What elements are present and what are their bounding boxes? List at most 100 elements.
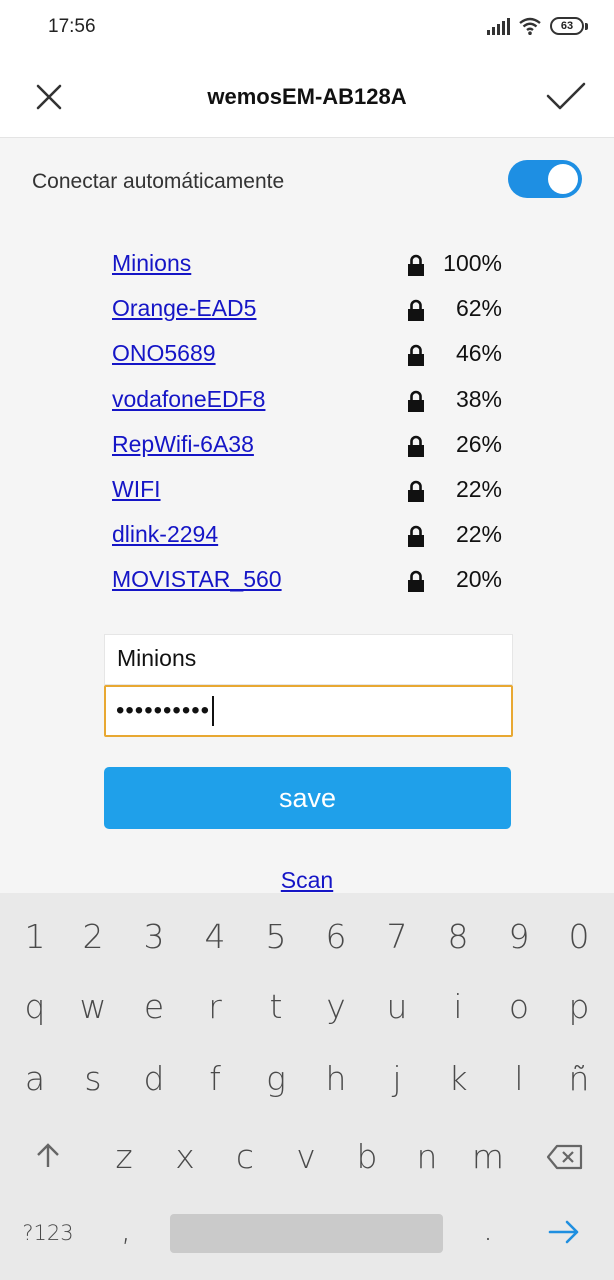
status-bar: 17:56 63	[0, 0, 614, 56]
backspace-key[interactable]	[537, 1141, 593, 1175]
key-a[interactable]: a	[5, 1059, 65, 1098]
key-t[interactable]: t	[246, 987, 306, 1026]
battery-icon: 63	[550, 17, 588, 35]
key-1[interactable]: 1	[5, 917, 65, 956]
key-3[interactable]: 3	[124, 917, 184, 956]
cellular-signal-icon	[487, 17, 510, 35]
password-input[interactable]: ••••••••••	[104, 685, 513, 737]
key-p[interactable]: p	[549, 987, 609, 1026]
signal-strength: 38%	[455, 385, 502, 412]
lock-icon	[408, 345, 424, 367]
auto-connect-row: Conectar automáticamente	[0, 138, 614, 224]
lock-icon	[408, 480, 424, 502]
key-f[interactable]: f	[185, 1059, 245, 1098]
auto-connect-label: Conectar automáticamente	[32, 170, 285, 193]
symbols-key[interactable]: ?123	[18, 1221, 78, 1245]
key-m[interactable]: m	[458, 1137, 518, 1176]
scan-link[interactable]: Scan	[0, 867, 614, 894]
text-cursor	[212, 696, 215, 726]
arrow-right-icon	[548, 1220, 579, 1244]
lock-icon	[408, 299, 424, 322]
app-bar: wemosEM-AB128A	[0, 56, 614, 138]
shift-arrow-icon	[37, 1143, 59, 1167]
network-row: ONO5689 46%	[112, 332, 504, 377]
key-n-tilde[interactable]: ñ	[549, 1059, 609, 1098]
network-link-dlink-2294[interactable]: dlink-2294	[112, 521, 218, 548]
network-link-wifi[interactable]: WIFI	[112, 476, 161, 503]
period-key[interactable]: .	[458, 1209, 518, 1248]
key-h[interactable]: h	[306, 1059, 366, 1098]
network-link-minions[interactable]: Minions	[112, 250, 191, 277]
key-i[interactable]: i	[428, 987, 488, 1026]
key-s[interactable]: s	[63, 1059, 123, 1098]
key-z[interactable]: z	[94, 1137, 154, 1176]
key-6[interactable]: 6	[306, 917, 366, 956]
backspace-icon	[546, 1144, 583, 1170]
toggle-knob	[548, 164, 578, 194]
network-row: Minions 100%	[112, 242, 504, 287]
page-title: wemosEM-AB128A	[207, 84, 407, 109]
key-5[interactable]: 5	[246, 917, 306, 956]
status-icons: 63	[487, 16, 588, 36]
auto-connect-toggle[interactable]	[508, 160, 582, 198]
status-time: 17:56	[48, 16, 96, 37]
key-0[interactable]: 0	[549, 917, 609, 956]
key-7[interactable]: 7	[367, 917, 427, 956]
key-q[interactable]: q	[5, 987, 65, 1026]
key-c[interactable]: c	[215, 1137, 275, 1176]
lock-icon	[408, 435, 424, 457]
checkmark-icon	[546, 82, 586, 110]
network-link-ono5689[interactable]: ONO5689	[112, 340, 216, 367]
spacebar[interactable]	[170, 1214, 443, 1253]
key-e[interactable]: e	[124, 987, 184, 1026]
key-d[interactable]: d	[124, 1059, 184, 1098]
lock-icon	[408, 390, 424, 412]
key-w[interactable]: w	[63, 987, 123, 1026]
signal-strength: 46%	[455, 340, 502, 367]
comma-key[interactable]: ,	[96, 1209, 156, 1248]
signal-strength: 62%	[455, 295, 502, 322]
key-9[interactable]: 9	[489, 917, 549, 956]
lock-icon	[408, 254, 424, 276]
key-g[interactable]: g	[246, 1059, 306, 1098]
signal-strength: 22%	[455, 475, 502, 502]
network-link-movistar-560[interactable]: MOVISTAR_560	[112, 566, 282, 593]
key-8[interactable]: 8	[428, 917, 488, 956]
key-v[interactable]: v	[276, 1137, 336, 1176]
enter-key[interactable]	[536, 1215, 592, 1249]
key-l[interactable]: l	[489, 1059, 549, 1098]
shift-key[interactable]	[18, 1139, 78, 1175]
lock-icon	[408, 571, 424, 593]
network-row: Orange-EAD5 62%	[112, 287, 504, 332]
network-link-repwifi-6a38[interactable]: RepWifi-6A38	[112, 431, 254, 458]
network-link-vodafoneedf8[interactable]: vodafoneEDF8	[112, 386, 265, 413]
signal-strength: 100%	[443, 250, 502, 276]
key-r[interactable]: r	[185, 987, 245, 1026]
network-row: dlink-2294 22%	[112, 513, 504, 558]
network-row: RepWifi-6A38 26%	[112, 423, 504, 468]
key-b[interactable]: b	[337, 1137, 397, 1176]
signal-strength: 20%	[455, 566, 502, 593]
password-value: ••••••••••	[116, 697, 211, 724]
signal-strength: 26%	[455, 430, 502, 457]
network-link-orange-ead5[interactable]: Orange-EAD5	[112, 295, 256, 322]
on-screen-keyboard: 1 2 3 4 5 6 7 8 9 0 q w e r t y u i o p …	[0, 893, 614, 1280]
battery-level: 63	[550, 17, 584, 35]
key-4[interactable]: 4	[185, 917, 245, 956]
key-j[interactable]: j	[367, 1059, 427, 1098]
signal-strength: 22%	[455, 521, 502, 548]
network-row: vodafoneEDF8 38%	[112, 378, 504, 423]
key-k[interactable]: k	[428, 1059, 488, 1098]
key-o[interactable]: o	[489, 987, 549, 1026]
key-2[interactable]: 2	[63, 917, 123, 956]
wifi-icon	[519, 17, 541, 35]
key-n[interactable]: n	[397, 1137, 457, 1176]
network-row: MOVISTAR_560 20%	[112, 558, 504, 603]
save-button[interactable]: save	[104, 767, 511, 829]
network-list: Minions 100% Orange-EAD5 62% ONO5689 46%…	[112, 242, 504, 604]
ssid-input[interactable]: Minions	[104, 634, 513, 685]
key-x[interactable]: x	[155, 1137, 215, 1176]
key-y[interactable]: y	[306, 987, 366, 1026]
confirm-button[interactable]	[544, 76, 588, 116]
key-u[interactable]: u	[367, 987, 427, 1026]
